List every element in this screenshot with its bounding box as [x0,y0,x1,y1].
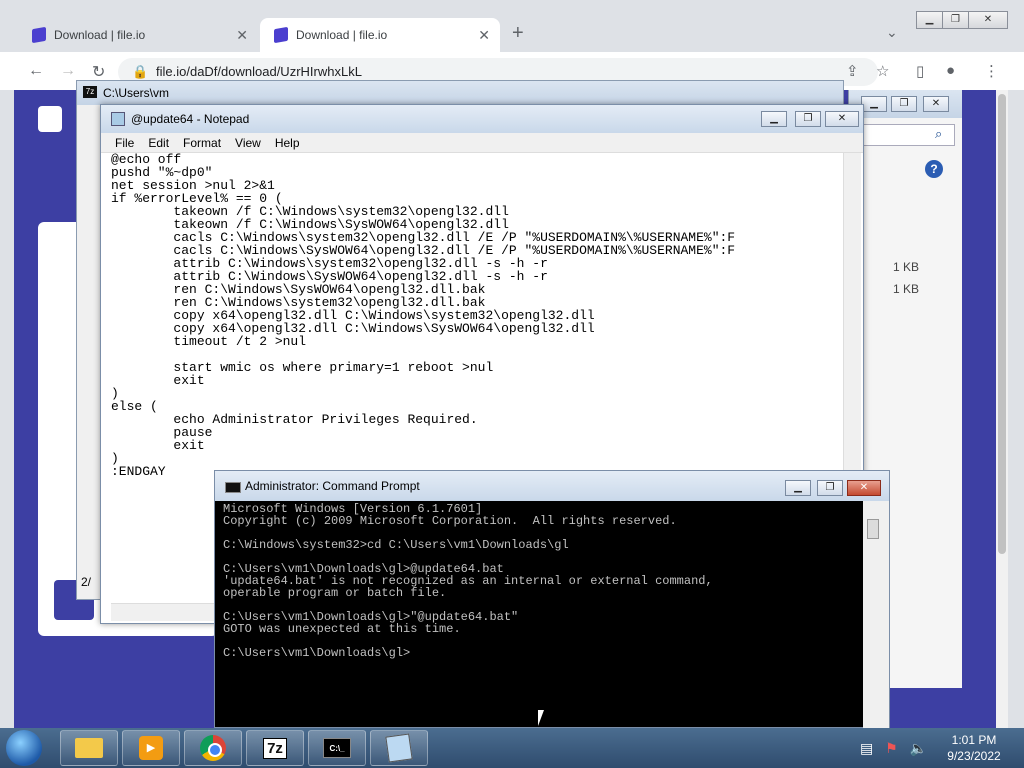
file-io-favicon-icon [32,26,46,44]
notepad-icon [111,112,125,126]
clock[interactable]: 1:01 PM 9/23/2022 [930,732,1018,764]
taskbar-cmd-button[interactable]: C:\_ [308,730,366,766]
search-icon[interactable]: ⌕ [935,126,942,142]
taskbar: ▶ 7z C:\_ ▤ ⚑ 🔈 1:01 PM 9/23/2022 [0,728,1024,768]
cmd-icon [225,482,241,493]
taskbar-sevenzip-button[interactable]: 7z [246,730,304,766]
page-scrollbar[interactable] [996,90,1008,728]
reload-icon[interactable]: ↻ [92,62,105,82]
volume-icon[interactable]: 🔈 [910,740,927,756]
forward-arrow-icon[interactable]: → [60,62,76,80]
new-tab-button[interactable]: + [512,22,524,45]
sevenzip-titlebar: 7z C:\Users\vm [77,81,843,105]
side-panel-icon[interactable]: ▯ [916,62,924,80]
browser-tab-1[interactable]: Download | file.io ✕ [18,18,258,52]
notepad-close-button[interactable]: ✕ [825,111,859,127]
sevenzip-status: 2/ [81,575,92,589]
cmd-close-button[interactable]: ✕ [847,480,881,496]
sevenzip-icon: 7z [263,737,287,759]
cmd-maximize-button[interactable]: ❐ [817,480,843,496]
menu-edit[interactable]: Edit [141,133,176,153]
taskbar-chrome-button[interactable] [184,730,242,766]
help-icon[interactable]: ? [925,160,943,178]
tab-search-chevron-icon[interactable]: ⌄ [886,24,898,41]
explorer-minimize-button[interactable]: ▁ [861,96,887,112]
share-icon[interactable]: ⇪ [846,62,859,80]
cmd-title: Administrator: Command Prompt [245,479,420,493]
tab-close-icon[interactable]: ✕ [236,18,248,52]
url-text: file.io/daDf/download/UzrHIrwhxLkL [156,64,362,79]
tab-title: Download | file.io [296,28,388,42]
cmd-icon: C:\_ [323,738,351,758]
explorer-maximize-button[interactable]: ❐ [891,96,917,112]
cmd-vertical-scrollbar[interactable] [863,501,889,729]
clock-date: 9/23/2022 [947,749,1001,763]
cmd-window: Administrator: Command Prompt ▁ ❐ ✕ Micr… [214,470,890,729]
tab-title: Download | file.io [54,28,146,42]
file-io-logo [38,106,62,132]
chrome-icon [200,735,226,761]
file-io-favicon-icon [274,26,288,44]
menu-file[interactable]: File [101,133,141,153]
action-center-flag-icon[interactable]: ⚑ [885,740,898,756]
media-player-icon: ▶ [139,736,163,760]
browser-tab-2[interactable]: Download | file.io ✕ [260,18,500,52]
folder-icon [75,738,103,758]
tab-close-icon[interactable]: ✕ [478,18,490,52]
cmd-console-output[interactable]: Microsoft Windows [Version 6.1.7601] Cop… [223,503,859,725]
network-icon[interactable]: ▤ [860,740,873,756]
sevenzip-title: C:\Users\vm [103,86,169,100]
menu-view[interactable]: View [228,133,268,153]
explorer-close-button[interactable]: ✕ [923,96,949,112]
start-button-windows-icon[interactable] [6,730,42,766]
notepad-maximize-button[interactable]: ❐ [795,111,821,127]
system-tray: ▤ ⚑ 🔈 [860,740,927,757]
menu-kebab-icon[interactable]: ⋮ [984,62,999,80]
back-arrow-icon[interactable]: ← [28,62,44,80]
taskbar-explorer-button[interactable] [60,730,118,766]
scrollbar-thumb[interactable] [998,94,1006,554]
bookmark-star-icon[interactable]: ☆ [876,62,889,80]
taskbar-media-player-button[interactable]: ▶ [122,730,180,766]
file-size: 1 KB [893,260,920,274]
taskbar-notepad-button[interactable] [370,730,428,766]
clock-time: 1:01 PM [951,733,997,747]
sevenzip-icon: 7z [83,86,97,98]
file-size: 1 KB [893,282,920,296]
browser-close-button[interactable]: ✕ [968,11,1008,29]
mouse-cursor-icon [538,710,550,726]
scrollbar-thumb[interactable] [867,519,879,539]
notepad-title: @update64 - Notepad [131,112,250,126]
cmd-minimize-button[interactable]: ▁ [785,480,811,496]
browser-minimize-button[interactable]: ▁ [916,11,943,29]
notepad-menubar: File Edit Format View Help [101,133,863,153]
profile-avatar-icon[interactable]: ● [946,62,955,79]
browser-maximize-button[interactable]: ❐ [942,11,969,29]
menu-help[interactable]: Help [268,133,307,153]
menu-format[interactable]: Format [176,133,228,153]
notepad-icon [385,733,413,763]
notepad-titlebar: @update64 - Notepad [101,105,863,133]
notepad-minimize-button[interactable]: ▁ [761,111,787,127]
